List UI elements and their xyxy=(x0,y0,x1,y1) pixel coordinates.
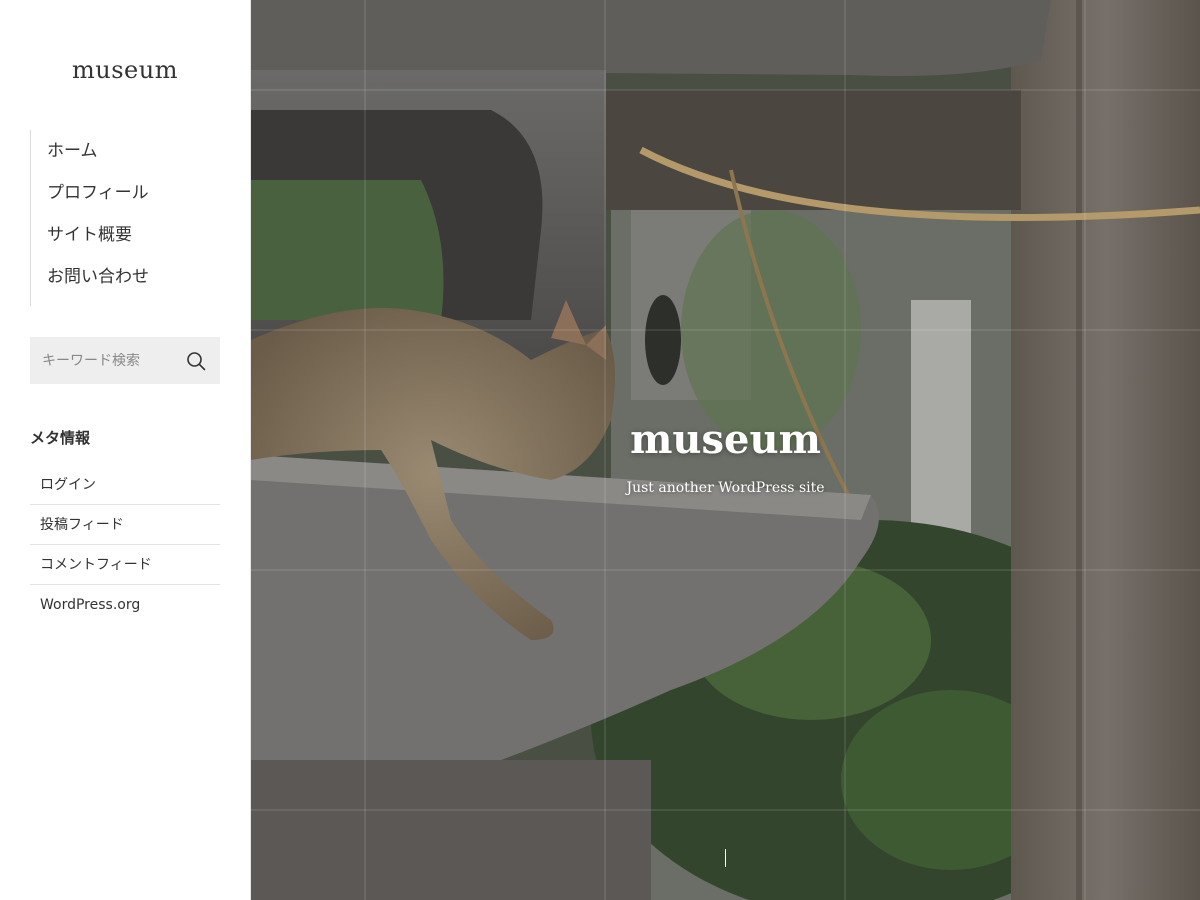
hero: museum Just another WordPress site xyxy=(251,0,1200,900)
meta-link-posts-feed[interactable]: 投稿フィード xyxy=(30,505,220,545)
nav-item-contact[interactable]: お問い合わせ xyxy=(31,260,220,302)
hero-tagline: Just another WordPress site xyxy=(626,480,825,496)
nav-item-home[interactable]: ホーム xyxy=(31,134,220,176)
sidebar: museum ホーム プロフィール サイト概要 お問い合わせ メタ情報 ログイン… xyxy=(0,0,251,900)
site-title[interactable]: museum xyxy=(0,56,250,84)
search-icon[interactable] xyxy=(186,351,206,371)
nav-item-site-overview[interactable]: サイト概要 xyxy=(31,218,220,260)
hero-title: museum xyxy=(630,416,821,463)
scroll-indicator[interactable] xyxy=(725,849,726,867)
search-input[interactable] xyxy=(42,352,182,369)
meta-link-wordpress-org[interactable]: WordPress.org xyxy=(30,585,220,625)
meta-heading: メタ情報 xyxy=(30,429,91,447)
meta-link-comments-feed[interactable]: コメントフィード xyxy=(30,545,220,585)
meta-links: ログイン 投稿フィード コメントフィード WordPress.org xyxy=(30,465,220,625)
nav-item-profile[interactable]: プロフィール xyxy=(31,176,220,218)
meta-link-login[interactable]: ログイン xyxy=(30,465,220,505)
main-nav: ホーム プロフィール サイト概要 お問い合わせ xyxy=(30,130,220,306)
search-box xyxy=(30,337,220,384)
